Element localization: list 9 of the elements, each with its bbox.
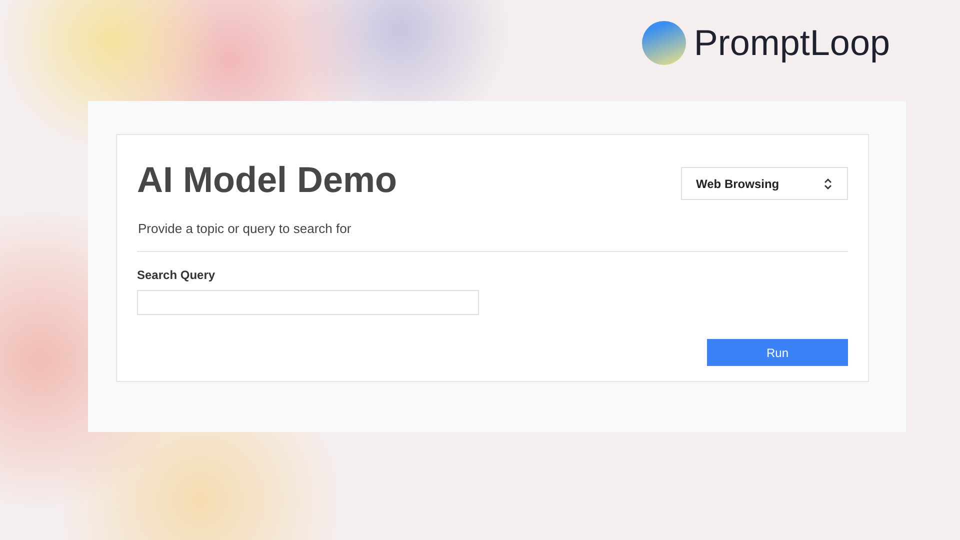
demo-title: AI Model Demo	[137, 159, 398, 201]
description-text: Provide a topic or query to search for	[138, 221, 352, 236]
field-label: Search Query	[137, 268, 216, 282]
chevron-icon	[823, 178, 833, 190]
brand-name: PromptLoop	[694, 22, 890, 64]
search-field[interactable]	[137, 290, 479, 315]
mode-select[interactable]: Web Browsing	[681, 167, 848, 200]
run-button[interactable]: Run	[707, 339, 848, 366]
logo-icon	[642, 21, 686, 65]
